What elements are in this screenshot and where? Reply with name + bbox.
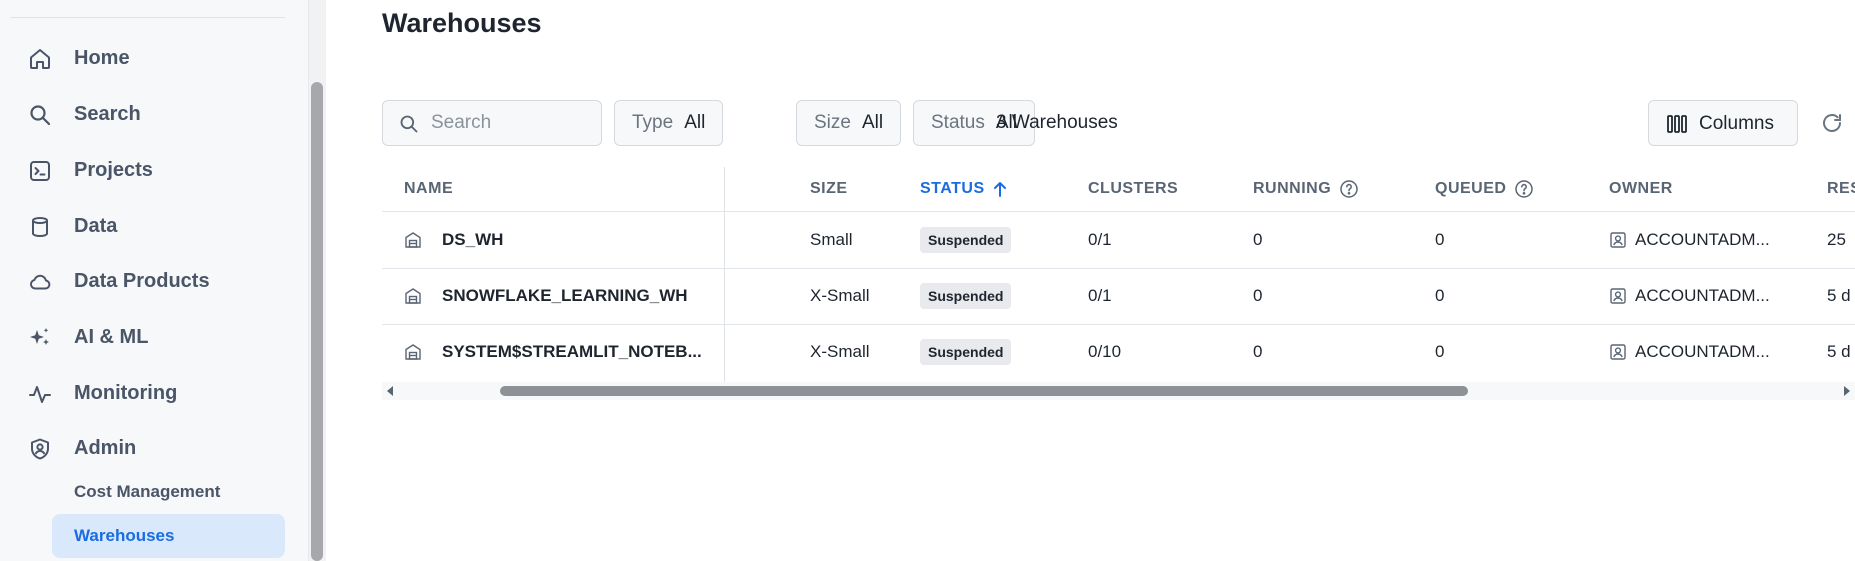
sidebar-subitem-warehouses[interactable]: Warehouses [52,514,285,558]
sidebar-item-projects[interactable]: Projects [0,148,300,192]
columns-label: Columns [1699,113,1774,134]
page-title: Warehouses [382,8,542,38]
warehouse-running: 0 [1253,342,1263,361]
activity-icon [28,382,52,406]
warehouse-size: Small [810,230,853,249]
filter-value: All [861,112,884,133]
sidebar-item-label: Home [74,46,130,69]
sidebar-item-monitoring[interactable]: Monitoring [0,371,300,415]
search-icon [28,103,52,127]
sort-ascending-icon [993,182,1006,197]
sidebar-item-data-products[interactable]: Data Products [0,259,300,303]
role-icon [1610,288,1626,304]
scroll-left-icon[interactable] [384,385,396,397]
warehouses-table: NAME SIZE STATUS CLUSTERS RUNNING QUEUED… [382,167,1855,400]
help-icon[interactable] [1339,179,1359,199]
sidebar: Home Search Projects Data Data Products … [0,0,308,561]
column-header-queued[interactable]: QUEUED [1435,167,1534,211]
sidebar-item-label: Data Products [74,269,210,292]
warehouse-queued: 0 [1435,286,1445,305]
warehouse-name[interactable]: SYSTEM$STREAMLIT_NOTEB... [442,324,702,380]
sidebar-item-label: AI & ML [74,325,149,348]
size-filter-button[interactable]: Size All [796,100,902,146]
sidebar-item-data[interactable]: Data [0,204,300,248]
sidebar-item-search[interactable]: Search [0,92,300,136]
scroll-right-icon[interactable] [1841,385,1853,397]
sidebar-scrollbar-thumb[interactable] [311,82,323,561]
warehouse-icon [405,344,421,360]
home-icon [28,47,52,71]
warehouse-clusters: 0/1 [1088,230,1112,249]
warehouse-clusters: 0/1 [1088,286,1112,305]
sidebar-item-admin[interactable]: Admin [0,426,300,470]
column-header-running[interactable]: RUNNING [1253,167,1359,211]
type-filter-button[interactable]: Type All [614,100,724,146]
warehouse-name[interactable]: SNOWFLAKE_LEARNING_WH [442,268,688,324]
search-box[interactable] [382,100,602,146]
sidebar-item-label: Data [74,214,118,237]
warehouse-running: 0 [1253,230,1263,249]
column-header-clusters[interactable]: CLUSTERS [1088,167,1178,211]
role-icon [1610,344,1626,360]
role-icon [1610,232,1626,248]
horizontal-scrollbar[interactable] [382,382,1855,400]
warehouse-clusters: 0/10 [1088,342,1122,361]
warehouse-running: 0 [1253,286,1263,305]
sidebar-subitem-label: Cost Management [74,482,221,501]
search-input[interactable] [431,111,591,135]
sidebar-item-label: Search [74,102,141,125]
columns-button[interactable]: Columns [1648,100,1798,146]
column-header-name[interactable]: NAME [404,167,453,211]
cloud-icon [28,270,52,294]
sidebar-divider [10,17,285,18]
database-icon [28,215,52,239]
shield-user-icon [28,437,52,461]
refresh-icon[interactable] [1820,111,1844,135]
status-badge: Suspended [920,339,1012,365]
sidebar-subitem-label: Warehouses [74,526,175,545]
status-badge: Suspended [920,283,1012,309]
column-header-size[interactable]: SIZE [810,167,848,211]
warehouse-icon [405,288,421,304]
warehouse-queued: 0 [1435,342,1445,361]
columns-icon [1667,115,1687,133]
help-icon[interactable] [1514,179,1534,199]
sidebar-subitem-cost-management[interactable]: Cost Management [52,470,285,514]
search-icon [400,115,418,133]
sidebar-item-label: Projects [74,158,153,181]
horizontal-scrollbar-thumb[interactable] [500,386,1468,396]
column-header-owner[interactable]: OWNER [1609,167,1673,211]
filter-key: Type [632,112,674,133]
filter-value: All [684,112,706,133]
filter-key: Size [814,112,851,133]
sidebar-item-home[interactable]: Home [0,36,300,80]
warehouse-size: X-Small [810,342,870,361]
table-row[interactable]: SNOWFLAKE_LEARNING_WH X-Small Suspended … [382,268,1855,324]
table-row[interactable]: DS_WH Small Suspended 0/1 0 0 ACCOUNTADM… [382,212,1855,268]
sparkle-icon [28,326,52,350]
status-badge: Suspended [920,227,1012,253]
warehouse-owner: ACCOUNTADM... [1609,212,1770,268]
main-content: Warehouses Type All Size All Status All … [326,0,1855,561]
filter-bar: Type All Size All Status All 3 Warehouse… [382,100,1852,146]
sidebar-item-ai-ml[interactable]: AI & ML [0,315,300,359]
warehouse-resumed: 5 d [1827,286,1851,305]
warehouse-queued: 0 [1435,230,1445,249]
column-header-status[interactable]: STATUS [920,167,1007,211]
warehouse-owner: ACCOUNTADM... [1609,324,1770,380]
table-row[interactable]: SYSTEM$STREAMLIT_NOTEB... X-Small Suspen… [382,324,1855,380]
filter-key: Status [931,112,985,133]
warehouse-resumed: 25 [1827,230,1846,249]
column-header-resumed[interactable]: RES [1827,167,1855,211]
sidebar-item-label: Monitoring [74,381,178,404]
warehouse-resumed: 5 d [1827,342,1851,361]
warehouse-size: X-Small [810,286,870,305]
warehouse-name[interactable]: DS_WH [442,212,503,268]
terminal-icon [28,159,52,183]
warehouse-icon [405,232,421,248]
sidebar-item-label: Admin [74,436,137,459]
warehouse-owner: ACCOUNTADM... [1609,268,1770,324]
warehouse-count: 3 Warehouses [996,112,1118,133]
